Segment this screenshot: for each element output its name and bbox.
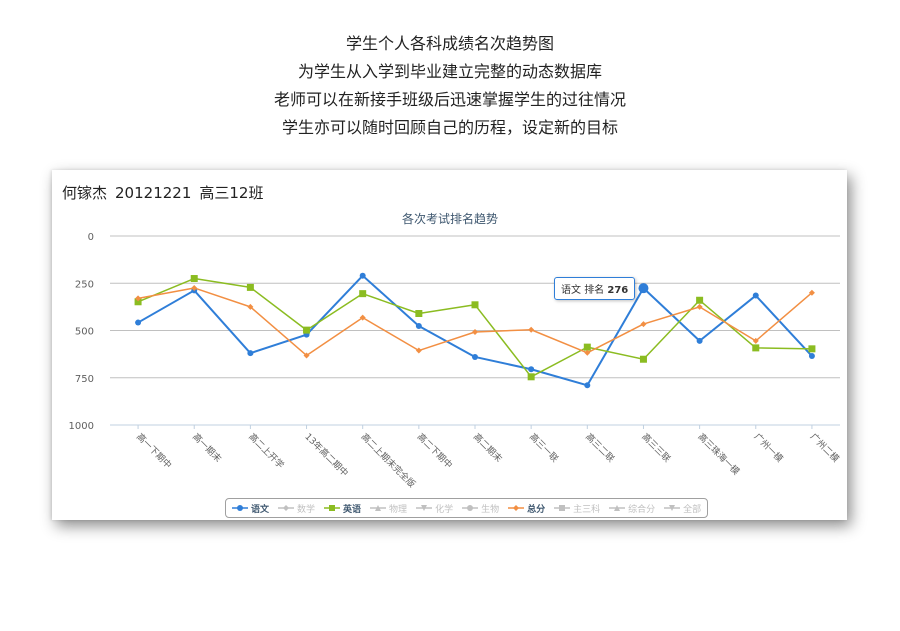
data-point[interactable] — [247, 350, 254, 357]
x-tick-label: 高二上开学 — [246, 431, 286, 471]
intro-line-4: 学生亦可以随时回顾自己的历程，设定新的目标 — [281, 118, 618, 137]
tooltip-value: 276 — [607, 285, 629, 296]
legend-item[interactable]: 语文 — [232, 502, 269, 515]
x-tick-label: 广州二模 — [808, 431, 842, 465]
y-tick-label: 0 — [88, 232, 94, 243]
legend-item[interactable]: 物理 — [370, 502, 407, 515]
legend-item[interactable]: 数学 — [278, 502, 315, 515]
data-point[interactable] — [246, 283, 254, 291]
legend-label: 语文 — [251, 504, 270, 515]
y-tick-label: 250 — [75, 279, 94, 290]
y-tick-label: 500 — [75, 327, 94, 338]
legend-symbol — [278, 505, 295, 511]
x-tick-label: 高三三联 — [639, 431, 673, 465]
data-point[interactable] — [638, 283, 649, 294]
data-point[interactable] — [135, 319, 142, 326]
series-总分 — [135, 284, 815, 359]
data-point[interactable] — [527, 373, 535, 381]
chart-title: 各次考试排名趋势 — [402, 211, 498, 226]
x-tick-label: 高一期末 — [190, 431, 224, 465]
data-point[interactable] — [471, 301, 479, 309]
data-point[interactable] — [303, 326, 311, 334]
chart-legend: 语文 数学 英语 物理 化学 生物 总分 主三科 综合分 全部 — [225, 498, 709, 518]
series-line[interactable] — [137, 287, 813, 357]
legend-symbol — [508, 505, 525, 511]
legend-label: 化学 — [435, 504, 454, 515]
data-point[interactable] — [696, 296, 704, 304]
data-point[interactable] — [584, 382, 591, 389]
legend-symbol — [609, 505, 626, 511]
legend-label: 生物 — [481, 504, 500, 515]
chart-card: 何镓杰 20121221 高三12班 各次考试排名趋势 0 250 500 750 1000… — [52, 170, 847, 520]
x-tick-label: 高一下期中 — [134, 431, 174, 471]
legend-item[interactable]: 英语 — [324, 502, 361, 515]
data-point[interactable] — [808, 353, 815, 360]
intro-line-1: 学生个人各科成绩名次趋势图 — [345, 34, 554, 53]
y-tick-label: 1000 — [69, 421, 94, 432]
data-point[interactable] — [359, 272, 366, 279]
x-tick-label: 13年高二期中 — [302, 431, 350, 479]
x-tick-label: 广州一模 — [752, 431, 786, 465]
legend-label: 数学 — [297, 504, 316, 515]
data-point[interactable] — [472, 329, 478, 336]
legend-symbol — [664, 505, 681, 511]
data-point[interactable] — [472, 353, 478, 360]
tooltip-label: 排名 — [584, 285, 605, 296]
data-point[interactable] — [583, 343, 591, 351]
data-point[interactable] — [359, 290, 367, 298]
data-point[interactable] — [640, 321, 647, 328]
data-point[interactable] — [415, 347, 422, 354]
legend-symbol — [232, 505, 248, 511]
y-tick-label: 750 — [75, 374, 94, 385]
x-tick-label: 高二期末 — [471, 431, 505, 465]
intro-line-3: 老师可以在新接手班级后迅速掌握学生的过往情况 — [273, 90, 626, 109]
x-tick-label: 高二上期末完全版 — [359, 431, 418, 490]
data-point[interactable] — [415, 322, 422, 329]
legend-label: 物理 — [389, 504, 408, 515]
data-point[interactable] — [584, 349, 591, 356]
axes: 0 250 500 750 1000 高一下期中 高一期末 高二上开学 13年高二期中 高二上期末… — [69, 232, 842, 490]
legend-item[interactable]: 生物 — [462, 502, 499, 515]
data-point[interactable] — [528, 366, 535, 373]
tooltip-series: 语文 — [561, 285, 581, 296]
data-point[interactable] — [752, 292, 759, 299]
x-tick-label: 高三珠海一模 — [695, 431, 742, 478]
legend-symbol — [416, 505, 433, 511]
legend-label: 总分 — [527, 504, 546, 515]
legend-label: 综合分 — [628, 504, 656, 515]
legend-symbol — [370, 505, 387, 511]
legend-label: 主三科 — [573, 504, 601, 515]
legend-label: 英语 — [343, 504, 362, 515]
x-tick-label: 高二下期中 — [415, 431, 455, 471]
legend-item[interactable]: 全部 — [664, 502, 701, 515]
legend-item[interactable]: 总分 — [508, 502, 545, 515]
intro-text: 学生个人各科成绩名次趋势图 为学生从入学到毕业建立完整的动态数据库 老师可以在新… — [0, 30, 900, 142]
series-英语 — [134, 275, 816, 381]
legend-item[interactable]: 主三科 — [554, 502, 600, 515]
intro-line-2: 为学生从入学到毕业建立完整的动态数据库 — [297, 62, 602, 81]
x-tick-label: 高三一联 — [527, 431, 561, 465]
data-point[interactable] — [415, 309, 423, 317]
data-tooltip: 语文 排名 276 — [554, 277, 636, 300]
data-point[interactable] — [528, 326, 535, 333]
legend-item[interactable]: 综合分 — [609, 502, 655, 515]
legend-label: 全部 — [683, 504, 702, 515]
legend-symbol — [554, 505, 571, 511]
legend-symbol — [462, 505, 479, 511]
data-point[interactable] — [808, 345, 816, 353]
data-point[interactable] — [696, 337, 703, 344]
legend-item[interactable]: 化学 — [416, 502, 453, 515]
data-point[interactable] — [639, 355, 647, 363]
rank-trend-chart: 各次考试排名趋势 0 250 500 750 1000 高一下期中 高一期末 高二上开学 13年… — [69, 211, 842, 490]
x-tick-label: 高三二联 — [583, 431, 617, 465]
data-point[interactable] — [752, 344, 760, 352]
data-point[interactable] — [190, 275, 198, 283]
legend-symbol — [324, 505, 341, 511]
series-line[interactable] — [137, 277, 812, 378]
